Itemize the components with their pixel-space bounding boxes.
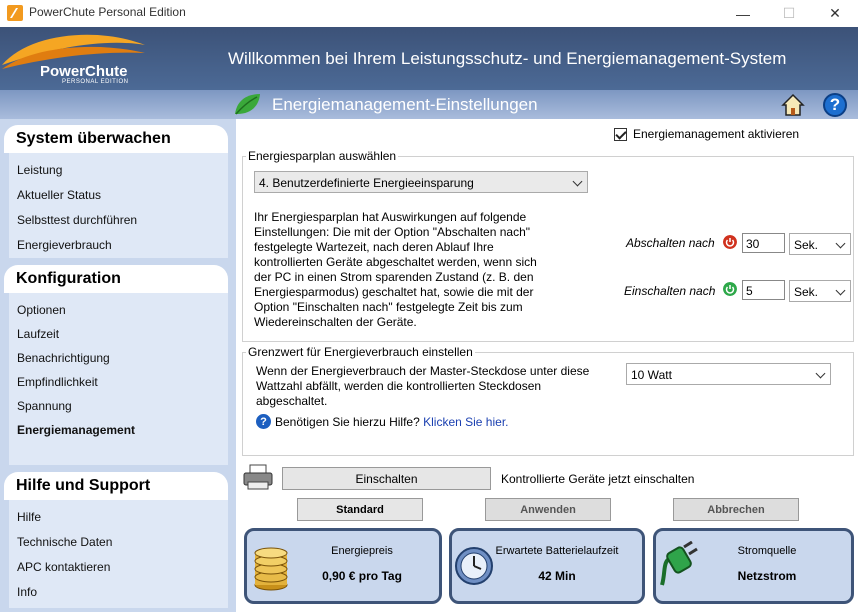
window-title: PowerChute Personal Edition [29, 5, 186, 19]
help-prompt-text: Benötigen Sie hierzu Hilfe? [275, 415, 420, 429]
einschalten-button[interactable]: Einschalten [282, 467, 491, 490]
threshold-group-label: Grenzwert für Energieverbrauch einstelle… [246, 345, 475, 359]
apply-button[interactable]: Anwenden [485, 498, 611, 521]
on-delay-input[interactable]: 5 [742, 280, 785, 300]
watt-select-value: 10 Watt [631, 368, 672, 382]
logo-subtext: PERSONAL EDITION [62, 79, 129, 85]
on-label: Einschalten nach [624, 284, 716, 298]
on-unit-value: Sek. [794, 285, 819, 299]
minimize-button[interactable]: — [720, 0, 766, 27]
chevron-down-icon [815, 368, 826, 379]
watt-select[interactable]: 10 Watt [626, 363, 831, 385]
power-source-value: Netzstrom [737, 569, 797, 583]
sidebar-item-selbsttest[interactable]: Selbsttest durchführen [17, 213, 137, 227]
clock-icon [455, 547, 493, 585]
sidebar-section-monitor: System überwachen [4, 125, 228, 153]
logo-text: PowerChute [40, 63, 128, 80]
sidebar-item-laufzeit[interactable]: Laufzeit [17, 327, 59, 341]
plan-select-value: 4. Benutzerdefinierte Energieeinsparung [259, 176, 474, 190]
sidebar-section-help-body [9, 500, 228, 608]
cancel-button[interactable]: Abbrechen [673, 498, 799, 521]
power-off-icon [723, 235, 737, 249]
header-title: Willkommen bei Ihrem Leistungsschutz- un… [228, 49, 787, 68]
app-icon [7, 5, 23, 21]
printer-icon [243, 464, 273, 490]
sidebar-item-benachrichtigung[interactable]: Benachrichtigung [17, 351, 110, 365]
battery-runtime-title: Erwartete Batterielaufzeit [495, 545, 619, 557]
sidebar-item-optionen[interactable]: Optionen [17, 303, 66, 317]
standard-button[interactable]: Standard [297, 498, 423, 521]
help-prompt: Benötigen Sie hierzu Hilfe? Klicken Sie … [275, 415, 509, 429]
close-button[interactable]: ✕ [812, 0, 858, 27]
chevron-down-icon [572, 176, 583, 187]
sidebar-item-empfindlichkeit[interactable]: Empfindlichkeit [17, 375, 98, 389]
sidebar-item-info[interactable]: Info [17, 585, 37, 599]
sidebar-item-hilfe[interactable]: Hilfe [17, 510, 41, 524]
sidebar-item-apc-kontaktieren[interactable]: APC kontaktieren [17, 560, 110, 574]
enable-checkbox[interactable] [614, 127, 627, 141]
sidebar-item-aktueller-status[interactable]: Aktueller Status [17, 188, 101, 202]
sidebar-item-energieverbrauch[interactable]: Energieverbrauch [17, 238, 112, 252]
status-card-power-source: Stromquelle Netzstrom [653, 528, 854, 604]
status-card-energy-price: Energiepreis 0,90 € pro Tag [244, 528, 442, 604]
sidebar-item-spannung[interactable]: Spannung [17, 399, 72, 413]
power-on-icon [723, 282, 737, 296]
off-unit-select[interactable]: Sek. [789, 233, 851, 255]
help-icon[interactable]: ? [823, 93, 847, 117]
off-unit-value: Sek. [794, 238, 819, 252]
home-icon[interactable] [781, 93, 805, 117]
help-link[interactable]: Klicken Sie hier. [423, 415, 508, 429]
plan-select[interactable]: 4. Benutzerdefinierte Energieeinsparung [254, 171, 588, 193]
title-bar: PowerChute Personal Edition — ☐ ✕ [0, 0, 858, 27]
battery-runtime-value: 42 Min [538, 569, 576, 583]
enable-checkbox-label: Energiemanagement aktivieren [633, 127, 800, 141]
status-card-battery-runtime: Erwartete Batterielaufzeit 42 Min [449, 528, 645, 604]
sidebar-section-config: Konfiguration [4, 265, 228, 293]
einschalten-description: Kontrollierte Geräte jetzt einschalten [501, 472, 695, 486]
question-icon: ? [256, 414, 271, 429]
plan-description: Ihr Energiesparplan hat Auswirkungen auf… [254, 210, 537, 329]
sidebar-item-energiemanagement[interactable]: Energiemanagement [17, 423, 135, 437]
plug-icon [660, 541, 698, 586]
enable-energy-management[interactable]: Energiemanagement aktivieren [614, 127, 799, 141]
sidebar-item-leistung[interactable]: Leistung [17, 163, 62, 177]
coins-icon [254, 547, 288, 591]
sidebar-section-help: Hilfe und Support [4, 472, 228, 500]
energy-price-value: 0,90 € pro Tag [322, 569, 402, 583]
maximize-button[interactable]: ☐ [766, 0, 812, 27]
on-unit-select[interactable]: Sek. [789, 280, 851, 302]
off-label: Abschalten nach [626, 236, 715, 250]
leaf-icon [235, 94, 260, 115]
off-delay-input[interactable]: 30 [742, 233, 785, 253]
plan-group-label: Energiesparplan auswählen [246, 149, 399, 163]
power-source-title: Stromquelle [737, 545, 797, 557]
threshold-description: Wenn der Energieverbrauch der Master-Ste… [256, 364, 590, 408]
chevron-down-icon [835, 285, 846, 296]
chevron-down-icon [835, 238, 846, 249]
energy-price-title: Energiepreis [331, 545, 393, 557]
page-title: Energiemanagement-Einstellungen [272, 95, 538, 114]
sidebar-item-technische-daten[interactable]: Technische Daten [17, 535, 112, 549]
